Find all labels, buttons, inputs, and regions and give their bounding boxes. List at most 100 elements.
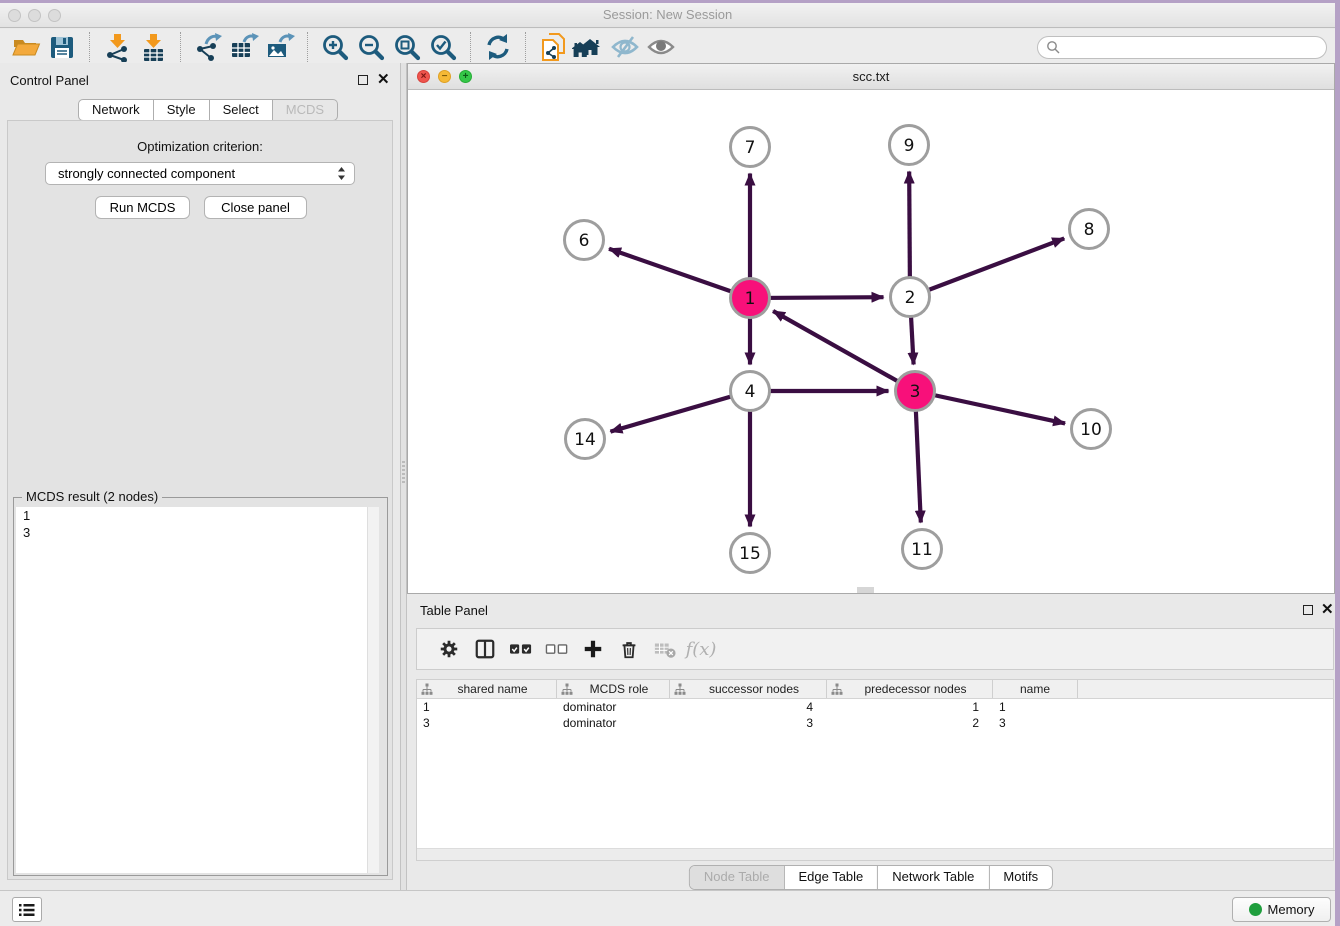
svg-text:14: 14 <box>574 430 596 450</box>
panel-splitter[interactable] <box>400 63 407 890</box>
close-window-button[interactable] <box>8 9 21 22</box>
table-row[interactable]: 3dominator323 <box>417 715 1333 731</box>
export-image-button[interactable] <box>262 31 298 64</box>
network-canvas[interactable]: 7 9 6 8 1 2 4 3 14 10 15 11 <box>408 90 1334 593</box>
close-table-panel-icon[interactable]: ✕ <box>1321 604 1334 616</box>
table-cell[interactable]: 3 <box>993 715 1078 731</box>
table-cell[interactable]: 1 <box>993 699 1078 715</box>
open-session-button[interactable] <box>8 31 44 64</box>
tab-node-table[interactable]: Node Table <box>690 866 784 889</box>
toolbar-separator <box>525 32 526 62</box>
deselect-all-columns-button[interactable] <box>539 634 575 664</box>
optimization-criterion-select[interactable]: strongly connected component <box>45 162 355 185</box>
table-row[interactable]: 1dominator411 <box>417 699 1333 715</box>
column-header-name[interactable]: name <box>993 680 1078 698</box>
graph-node-4[interactable]: 4 <box>731 372 770 411</box>
svg-text:11: 11 <box>911 540 933 560</box>
home-view-button[interactable] <box>571 31 607 64</box>
column-header-shared-name[interactable]: shared name <box>417 680 557 698</box>
tab-mcds[interactable]: MCDS <box>273 99 338 121</box>
import-network-button[interactable] <box>99 31 135 64</box>
table-cell[interactable]: 1 <box>417 699 557 715</box>
graph-node-3[interactable]: 3 <box>896 372 935 411</box>
table-cell[interactable]: 4 <box>670 699 827 715</box>
float-panel-icon[interactable] <box>358 75 368 85</box>
tab-select[interactable]: Select <box>210 99 273 121</box>
columns-icon <box>474 638 496 660</box>
column-header-mcds-role[interactable]: MCDS role <box>557 680 670 698</box>
task-history-button[interactable] <box>12 897 42 922</box>
mcds-result-list[interactable]: 13 <box>16 507 379 873</box>
run-mcds-button[interactable]: Run MCDS <box>95 196 190 219</box>
import-network-icon <box>102 32 132 62</box>
refresh-icon <box>483 32 513 62</box>
table-settings-button[interactable] <box>431 634 467 664</box>
graph-node-1[interactable]: 1 <box>731 279 770 318</box>
column-header-predecessor-nodes[interactable]: predecessor nodes <box>827 680 993 698</box>
splitter-grip-icon[interactable] <box>402 461 405 485</box>
graph-node-2[interactable]: 2 <box>891 278 930 317</box>
tab-style[interactable]: Style <box>154 99 210 121</box>
graph-node-11[interactable]: 11 <box>903 530 942 569</box>
graph-edge-3-10[interactable] <box>915 391 1065 423</box>
delete-column-button[interactable] <box>611 634 647 664</box>
network-graph[interactable]: 7 9 6 8 1 2 4 3 14 10 15 11 <box>408 90 1334 593</box>
tab-network[interactable]: Network <box>78 99 154 121</box>
save-session-button[interactable] <box>44 31 80 64</box>
graph-node-10[interactable]: 10 <box>1072 410 1111 449</box>
tab-edge-table[interactable]: Edge Table <box>783 866 877 889</box>
graph-node-6[interactable]: 6 <box>565 221 604 260</box>
network-file-button[interactable] <box>535 31 571 64</box>
zoom-selected-button[interactable] <box>425 31 461 64</box>
close-panel-button[interactable]: Close panel <box>204 196 307 219</box>
graph-edge-3-1[interactable] <box>773 311 915 391</box>
hide-details-button[interactable] <box>607 31 643 64</box>
network-window-titlebar[interactable]: × − + scc.txt <box>408 64 1334 90</box>
network-maximize-button[interactable]: + <box>459 70 472 83</box>
table-cell[interactable]: dominator <box>557 699 670 715</box>
function-builder-button[interactable]: f(x) <box>683 634 719 664</box>
graph-node-14[interactable]: 14 <box>566 420 605 459</box>
canvas-resize-grip[interactable] <box>857 587 874 593</box>
maximize-window-button[interactable] <box>48 9 61 22</box>
minimize-window-button[interactable] <box>28 9 41 22</box>
close-panel-icon[interactable]: ✕ <box>377 74 390 86</box>
column-header-successor-nodes[interactable]: successor nodes <box>670 680 827 698</box>
table-cell[interactable]: dominator <box>557 715 670 731</box>
refresh-button[interactable] <box>480 31 516 64</box>
memory-status-icon <box>1249 903 1262 916</box>
search-box[interactable] <box>1037 36 1327 59</box>
create-column-button[interactable] <box>575 634 611 664</box>
graph-node-9[interactable]: 9 <box>890 126 929 165</box>
show-details-button[interactable] <box>643 31 679 64</box>
zoom-in-button[interactable] <box>317 31 353 64</box>
export-network-button[interactable] <box>190 31 226 64</box>
table-cell[interactable]: 3 <box>670 715 827 731</box>
delete-table-button[interactable] <box>647 634 683 664</box>
float-table-panel-icon[interactable] <box>1303 605 1313 615</box>
export-table-button[interactable] <box>226 31 262 64</box>
network-minimize-button[interactable]: − <box>438 70 451 83</box>
search-input[interactable] <box>1066 40 1318 55</box>
select-all-columns-button[interactable] <box>503 634 539 664</box>
zoom-fit-button[interactable] <box>389 31 425 64</box>
import-table-button[interactable] <box>135 31 171 64</box>
tab-motifs[interactable]: Motifs <box>988 866 1052 889</box>
show-columns-button[interactable] <box>467 634 503 664</box>
table-cell[interactable]: 1 <box>827 699 993 715</box>
tab-network-table[interactable]: Network Table <box>877 866 988 889</box>
zoom-out-button[interactable] <box>353 31 389 64</box>
network-close-button[interactable]: × <box>417 70 430 83</box>
table-cell[interactable]: 3 <box>417 715 557 731</box>
graph-edge-4-14[interactable] <box>610 391 750 432</box>
result-scrollbar[interactable] <box>367 507 379 873</box>
sort-hierarchy-icon <box>674 683 686 696</box>
graph-node-8[interactable]: 8 <box>1070 210 1109 249</box>
graph-edge-1-6[interactable] <box>609 249 750 298</box>
table-cell[interactable]: 2 <box>827 715 993 731</box>
memory-button[interactable]: Memory <box>1232 897 1331 922</box>
table-hscroll-area[interactable] <box>417 848 1333 860</box>
graph-node-7[interactable]: 7 <box>731 128 770 167</box>
graph-node-15[interactable]: 15 <box>731 534 770 573</box>
graph-edge-2-8[interactable] <box>910 238 1064 297</box>
